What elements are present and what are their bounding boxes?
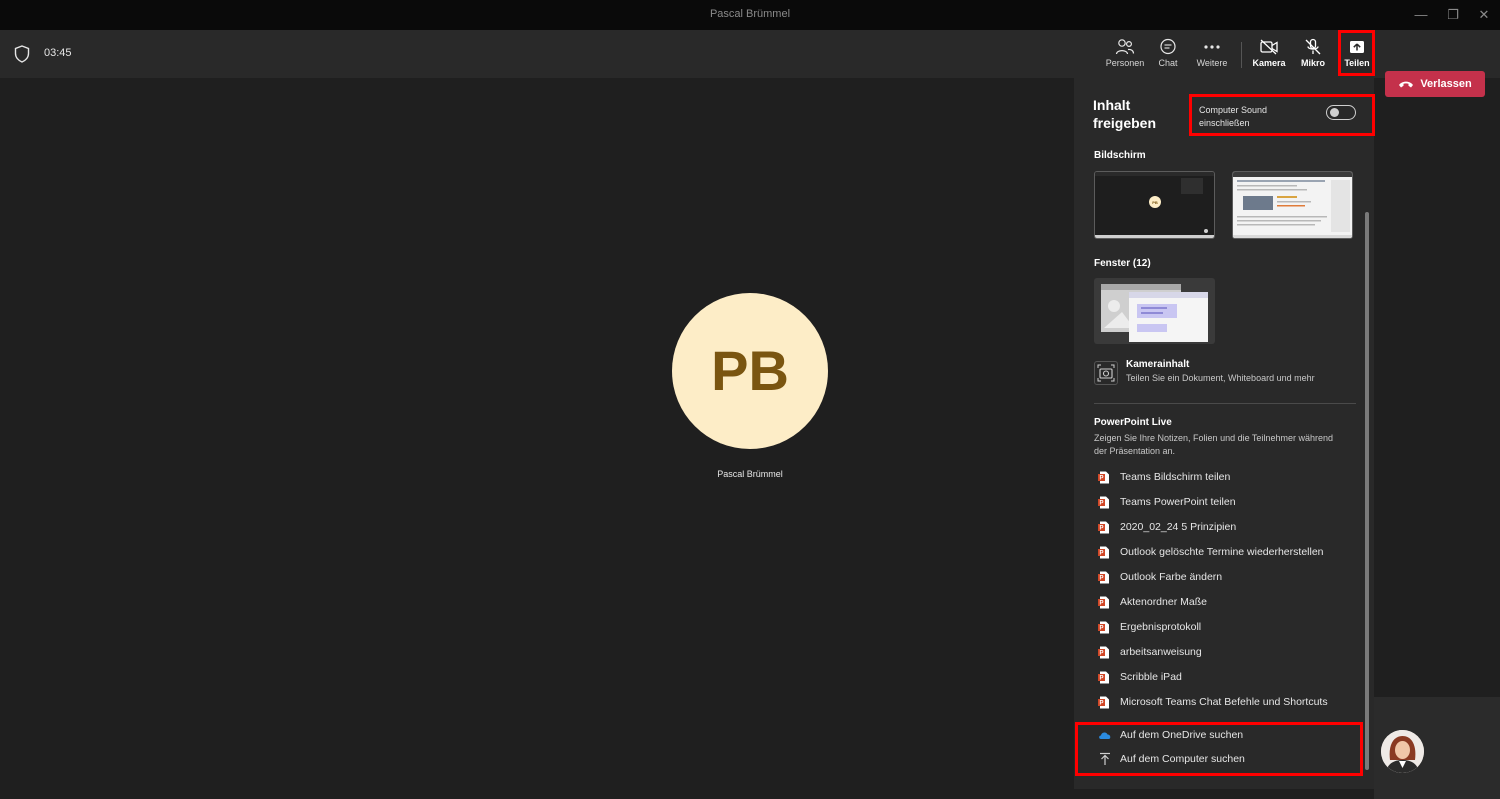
user-photo-icon	[1381, 730, 1424, 773]
svg-text:P: P	[1099, 701, 1103, 707]
list-item[interactable]: P Outlook gelöschte Termine wiederherstel…	[1098, 543, 1358, 568]
section-divider	[1094, 403, 1356, 404]
file-name: Ergebnisprotokoll	[1120, 621, 1202, 633]
window-picker-tile[interactable]	[1094, 278, 1215, 344]
list-item[interactable]: P Outlook Farbe ändern	[1098, 568, 1358, 593]
powerpoint-file-icon: P	[1098, 521, 1109, 534]
file-name: Scribble iPad	[1120, 671, 1182, 683]
minimize-icon[interactable]: —	[1412, 6, 1430, 24]
powerpoint-file-icon: P	[1098, 646, 1109, 659]
list-item[interactable]: P Teams PowerPoint teilen	[1098, 493, 1358, 518]
screen-preview-teams: PB	[1095, 172, 1214, 238]
panel-scrollbar[interactable]	[1365, 212, 1369, 770]
camera-button[interactable]: Kamera	[1247, 34, 1291, 74]
file-name: arbeitsanweisung	[1120, 646, 1202, 658]
onedrive-cloud-icon	[1099, 732, 1111, 739]
chat-icon	[1160, 38, 1176, 55]
meeting-toolbar: 03:45 Personen Chat Weitere Kamera Mikro…	[0, 30, 1500, 97]
chat-label: Chat	[1158, 58, 1178, 68]
more-label: Weitere	[1196, 58, 1228, 68]
self-avatar	[1381, 730, 1424, 773]
windows-illustration-icon	[1101, 284, 1208, 342]
list-item[interactable]: P Ergebnisprotokoll	[1098, 618, 1358, 643]
list-item[interactable]: P Teams Bildschirm teilen	[1098, 468, 1358, 493]
powerpoint-file-icon: P	[1098, 671, 1109, 684]
powerpoint-live-description: Zeigen Sie Ihre Notizen, Folien und die …	[1094, 433, 1333, 456]
computer-sound-toggle[interactable]	[1326, 105, 1356, 120]
screen-thumbnail-1[interactable]: PB	[1094, 171, 1215, 239]
list-item[interactable]: Parbeitsanweisung	[1098, 643, 1358, 668]
people-button[interactable]: Personen	[1103, 34, 1147, 74]
restore-icon[interactable]: ❐	[1444, 6, 1462, 24]
screen-preview-browser	[1233, 172, 1352, 238]
panel-title: Inhalt freigeben	[1093, 97, 1157, 131]
search-onedrive-option[interactable]: Auf dem OneDrive suchen	[1120, 729, 1243, 741]
screen-section-title: Bildschirm	[1094, 150, 1146, 161]
svg-text:P: P	[1099, 651, 1103, 657]
chat-button[interactable]: Chat	[1146, 34, 1190, 74]
file-name: Aktenordner Maße	[1120, 596, 1207, 608]
camera-label: Kamera	[1252, 58, 1286, 68]
close-icon[interactable]: ✕	[1475, 6, 1493, 24]
window-title: Pascal Brümmel	[709, 8, 791, 20]
file-name: Teams Bildschirm teilen	[1120, 471, 1231, 483]
computer-sound-label: Computer Sound einschließen	[1199, 105, 1268, 128]
more-icon	[1204, 45, 1220, 49]
list-item[interactable]: P Aktenordner Maße	[1098, 593, 1358, 618]
share-content-panel: Inhalt freigeben Computer Sound einschli…	[1074, 78, 1375, 789]
people-label: Personen	[1105, 58, 1145, 68]
file-name: Teams PowerPoint teilen	[1120, 496, 1236, 508]
toolbar-divider	[1241, 42, 1242, 68]
powerpoint-file-icon: P	[1098, 696, 1109, 709]
camera-off-icon	[1260, 39, 1278, 55]
svg-text:P: P	[1099, 576, 1103, 582]
list-item[interactable]: P Microsoft Teams Chat Befehle und Shortc…	[1098, 693, 1358, 718]
camera-content-title: Kamerainhalt	[1126, 359, 1190, 370]
file-name: Microsoft Teams Chat Befehle und Shortcu…	[1120, 696, 1328, 708]
search-computer-option[interactable]: Auf dem Computer suchen	[1120, 753, 1245, 765]
window-section-title: Fenster (12)	[1094, 258, 1151, 269]
people-icon	[1115, 39, 1135, 55]
file-name: Outlook Farbe ändern	[1120, 571, 1223, 583]
participant-avatar: PB	[672, 293, 828, 449]
svg-text:P: P	[1099, 626, 1103, 632]
svg-text:P: P	[1099, 476, 1103, 482]
svg-text:P: P	[1099, 601, 1103, 607]
powerpoint-file-list: P Teams Bildschirm teilen P Teams PowerPoi…	[1098, 468, 1358, 718]
camera-content-option[interactable]: Kamerainhalt Teilen Sie ein Dokument, Wh…	[1094, 359, 1354, 389]
list-item[interactable]: P Scribble iPad	[1098, 668, 1358, 693]
powerpoint-file-icon: P	[1098, 471, 1109, 484]
toggle-knob	[1330, 108, 1339, 117]
thumb-avatar-initials: PB	[1152, 200, 1158, 205]
computer-sound-setting: Computer Sound einschließen	[1189, 94, 1375, 136]
powerpoint-live-title: PowerPoint Live	[1094, 417, 1172, 428]
mic-label: Mikro	[1300, 58, 1325, 68]
camera-content-icon	[1094, 361, 1118, 385]
upload-computer-icon	[1100, 752, 1110, 765]
mic-button[interactable]: Mikro	[1291, 34, 1335, 74]
powerpoint-file-icon: P	[1098, 621, 1109, 634]
svg-text:P: P	[1099, 551, 1103, 557]
self-video-tile[interactable]	[1374, 697, 1500, 799]
meeting-timer: 03:45	[44, 47, 72, 59]
shield-icon	[14, 45, 30, 63]
powerpoint-file-icon: P	[1098, 496, 1109, 509]
svg-text:P: P	[1099, 526, 1103, 532]
list-item[interactable]: P 2020_02_24 5 Prinzipien	[1098, 518, 1358, 543]
mic-off-icon	[1305, 38, 1321, 55]
svg-text:P: P	[1099, 501, 1103, 507]
powerpoint-file-icon: P	[1098, 571, 1109, 584]
powerpoint-file-icon: P	[1098, 546, 1109, 559]
share-highlight-frame	[1338, 30, 1375, 76]
powerpoint-file-icon: P	[1098, 596, 1109, 609]
screen-thumbnail-2[interactable]	[1232, 171, 1353, 239]
camera-content-subtitle: Teilen Sie ein Dokument, Whiteboard und …	[1126, 373, 1315, 383]
window-titlebar: Pascal Brümmel — ❐ ✕	[0, 0, 1500, 30]
participant-name: Pascal Brümmel	[717, 469, 783, 479]
more-button[interactable]: Weitere	[1190, 34, 1234, 74]
file-name: 2020_02_24 5 Prinzipien	[1120, 521, 1237, 533]
file-name: Outlook gelöschte Termine wiederherstell…	[1120, 546, 1324, 558]
svg-text:P: P	[1099, 676, 1103, 682]
